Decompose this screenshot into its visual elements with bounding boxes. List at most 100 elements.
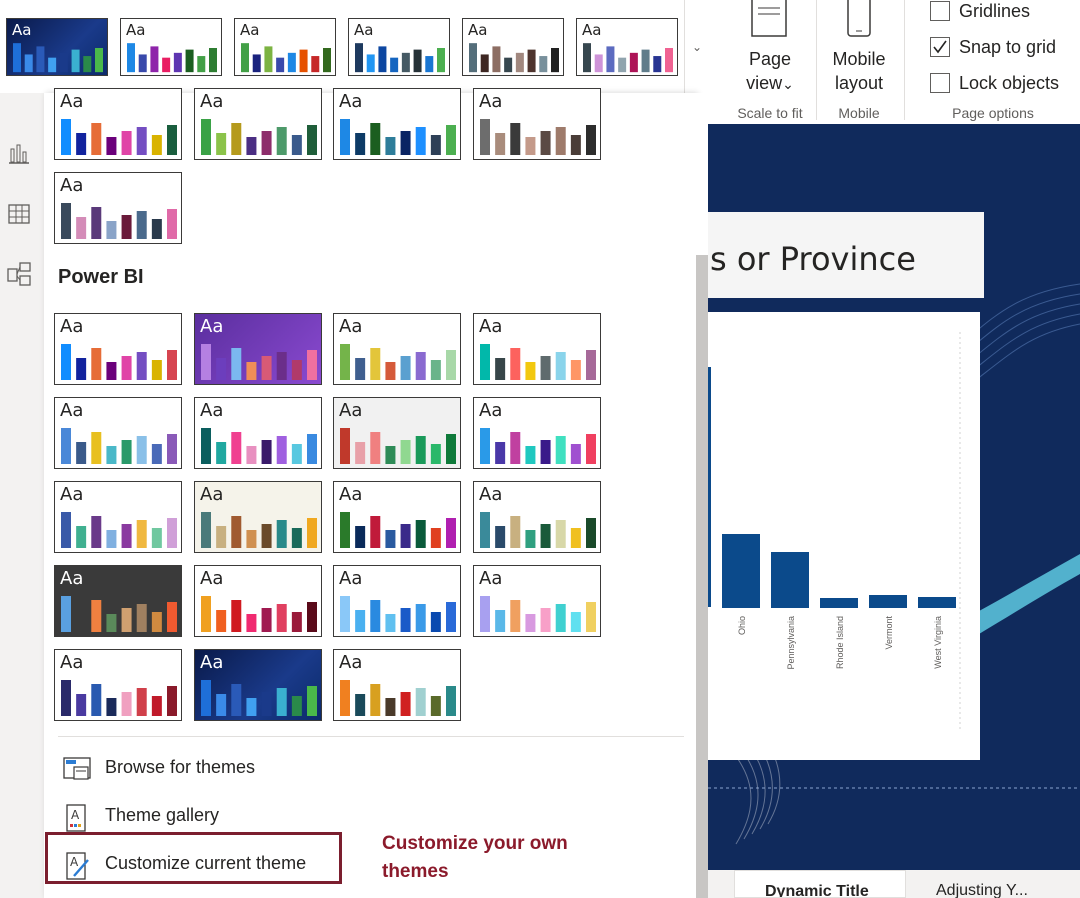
theme-thumb-strip-3[interactable]: Aa xyxy=(348,18,450,76)
palette-swatch xyxy=(106,614,117,632)
palette-swatch xyxy=(261,356,272,380)
palette-swatch xyxy=(340,428,350,464)
palette-swatch xyxy=(400,608,411,632)
snap-to-grid-checkbox[interactable] xyxy=(930,37,950,57)
lock-objects-checkbox[interactable] xyxy=(930,73,950,93)
browse-themes-item[interactable]: Browse for themes xyxy=(58,750,678,786)
theme-thumb-strip-2[interactable]: Aa xyxy=(234,18,336,76)
title-card[interactable]: s or Province xyxy=(708,212,984,298)
x-tick-label: Pennsylvania xyxy=(786,616,796,670)
palette-swatch xyxy=(261,692,272,716)
report-canvas[interactable]: s or Province Ohio Pennsylvania Rhode Isla… xyxy=(708,124,1080,898)
theme-thumb-custom-4[interactable]: Aa xyxy=(473,88,601,160)
theme-thumb-power-bi-5[interactable]: Aa xyxy=(54,397,182,469)
theme-thumb-power-bi-15[interactable]: Aa xyxy=(333,565,461,637)
theme-palette-bars xyxy=(127,43,217,73)
palette-swatch xyxy=(618,57,627,73)
page-view-icon xyxy=(750,0,788,42)
palette-swatch xyxy=(167,518,177,548)
expand-themes-button[interactable]: ⌄ xyxy=(684,0,709,93)
palette-swatch xyxy=(231,432,242,464)
palette-swatch xyxy=(340,119,350,155)
palette-swatch xyxy=(446,518,456,548)
theme-thumb-strip-5[interactable]: Aa xyxy=(576,18,678,76)
chart-visual[interactable]: Ohio Pennsylvania Rhode Island Vermont West … xyxy=(708,312,980,760)
data-view-icon[interactable] xyxy=(6,201,32,227)
gridlines-checkbox[interactable] xyxy=(930,1,950,21)
palette-swatch xyxy=(340,680,350,716)
x-tick-label: Rhode Island xyxy=(835,616,845,669)
theme-thumb-power-bi-19[interactable]: Aa xyxy=(333,649,461,721)
palette-swatch xyxy=(415,127,426,155)
theme-palette-bars xyxy=(355,43,445,73)
chart-bar[interactable] xyxy=(771,552,809,608)
palette-swatch xyxy=(246,137,257,155)
theme-thumb-strip-4[interactable]: Aa xyxy=(462,18,564,76)
palette-swatch xyxy=(276,688,287,716)
palette-swatch xyxy=(400,524,411,548)
page-view-button[interactable]: Page view⌄ xyxy=(730,47,810,96)
palette-swatch xyxy=(121,524,132,548)
palette-swatch xyxy=(167,125,177,155)
palette-swatch xyxy=(400,440,411,464)
theme-thumb-power-bi-9[interactable]: Aa xyxy=(54,481,182,553)
palette-swatch xyxy=(173,52,182,73)
theme-thumb-custom-5[interactable]: Aa xyxy=(54,172,182,244)
theme-thumb-power-bi-4[interactable]: Aa xyxy=(473,313,601,385)
palette-swatch xyxy=(665,48,673,73)
palette-swatch xyxy=(415,604,426,632)
palette-swatch xyxy=(201,344,211,380)
theme-thumb-power-bi-6[interactable]: Aa xyxy=(194,397,322,469)
palette-swatch xyxy=(469,43,477,73)
palette-swatch xyxy=(241,43,249,73)
palette-swatch xyxy=(24,54,33,73)
theme-palette-bars xyxy=(480,512,596,548)
theme-thumb-custom-2[interactable]: Aa xyxy=(194,88,322,160)
theme-thumb-custom-1[interactable]: Aa xyxy=(54,88,182,160)
chart-bar[interactable] xyxy=(918,597,956,608)
palette-swatch xyxy=(480,344,490,380)
palette-swatch xyxy=(76,133,87,155)
model-view-icon[interactable] xyxy=(6,261,32,287)
theme-thumb-power-bi-7[interactable]: Aa xyxy=(333,397,461,469)
theme-palette-bars xyxy=(469,43,559,73)
palette-swatch xyxy=(540,524,551,548)
chart-bar[interactable] xyxy=(722,534,760,608)
palette-swatch xyxy=(385,614,396,632)
theme-thumb-power-bi-12[interactable]: Aa xyxy=(473,481,601,553)
theme-thumb-power-bi-13[interactable]: Aa xyxy=(54,565,182,637)
palette-swatch xyxy=(510,600,521,632)
theme-thumb-power-bi-8[interactable]: Aa xyxy=(473,397,601,469)
palette-swatch xyxy=(216,133,227,155)
theme-thumb-power-bi-16[interactable]: Aa xyxy=(473,565,601,637)
section-title-power-bi: Power BI xyxy=(58,266,144,288)
theme-gallery-item[interactable]: A Theme gallery xyxy=(58,798,678,834)
chart-bar[interactable] xyxy=(869,595,907,608)
scrollbar-thumb[interactable] xyxy=(696,255,708,898)
report-view-icon[interactable] xyxy=(6,141,32,167)
theme-thumb-strip-1[interactable]: Aa xyxy=(120,18,222,76)
palette-swatch xyxy=(555,436,566,464)
palette-swatch xyxy=(151,135,162,155)
palette-swatch xyxy=(366,54,375,73)
theme-thumb-power-bi-2[interactable]: Aa xyxy=(194,313,322,385)
theme-thumb-power-bi-17[interactable]: Aa xyxy=(54,649,182,721)
mobile-layout-button[interactable]: Mobile layout xyxy=(820,47,898,95)
chart-bar[interactable] xyxy=(820,598,858,608)
theme-thumb-custom-3[interactable]: Aa xyxy=(333,88,461,160)
palette-swatch xyxy=(167,686,177,716)
theme-thumb-power-bi-1[interactable]: Aa xyxy=(54,313,182,385)
palette-swatch xyxy=(586,602,596,632)
theme-thumb-power-bi-18[interactable]: Aa xyxy=(194,649,322,721)
palette-swatch xyxy=(76,442,87,464)
theme-thumb-power-bi-3[interactable]: Aa xyxy=(333,313,461,385)
tab-dynamic-title[interactable]: Dynamic Title xyxy=(734,870,906,898)
palette-swatch xyxy=(446,686,456,716)
theme-thumb-power-bi-14[interactable]: Aa xyxy=(194,565,322,637)
theme-thumb-current[interactable]: Aa xyxy=(6,18,108,76)
theme-palette-bars xyxy=(480,119,596,155)
theme-thumb-power-bi-10[interactable]: Aa xyxy=(194,481,322,553)
gridlines-label: Gridlines xyxy=(959,1,1031,21)
tab-adjusting[interactable]: Adjusting Y... xyxy=(906,870,1080,898)
theme-thumb-power-bi-11[interactable]: Aa xyxy=(333,481,461,553)
